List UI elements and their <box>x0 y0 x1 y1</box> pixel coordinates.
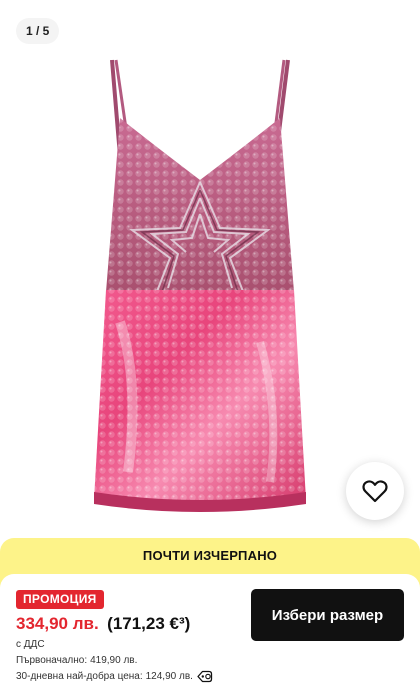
original-price-value: 419,90 лв. <box>90 655 138 666</box>
price-tag-info-icon[interactable] <box>197 670 213 683</box>
wishlist-button[interactable] <box>346 462 404 520</box>
original-price-label: Първоначално: <box>16 655 88 666</box>
select-size-button[interactable]: Избери размер <box>251 589 404 641</box>
promo-badge: ПРОМОЦИЯ <box>16 590 104 609</box>
low-stock-label: ПОЧТИ ИЗЧЕРПАНО <box>142 548 278 563</box>
sale-price: 334,90 лв. <box>16 614 99 633</box>
lowest-price-label: 30-дневна най-добра цена: <box>16 671 143 682</box>
product-gallery[interactable]: 1 / 5 <box>0 0 420 560</box>
product-image[interactable] <box>80 52 340 532</box>
image-counter: 1 / 5 <box>16 18 60 44</box>
sale-price-eur: (171,23 €³) <box>107 614 191 633</box>
price-row: 334,90 лв. (171,23 €³) <box>16 614 190 634</box>
heart-icon <box>362 480 388 503</box>
lowest-price-value: 124,90 лв. <box>145 671 193 682</box>
original-price: Първоначално: 419,90 лв. <box>16 655 140 666</box>
vat-note: с ДДС <box>16 639 45 650</box>
lowest-price: 30-дневна най-добра цена: 124,90 лв. <box>16 670 213 683</box>
